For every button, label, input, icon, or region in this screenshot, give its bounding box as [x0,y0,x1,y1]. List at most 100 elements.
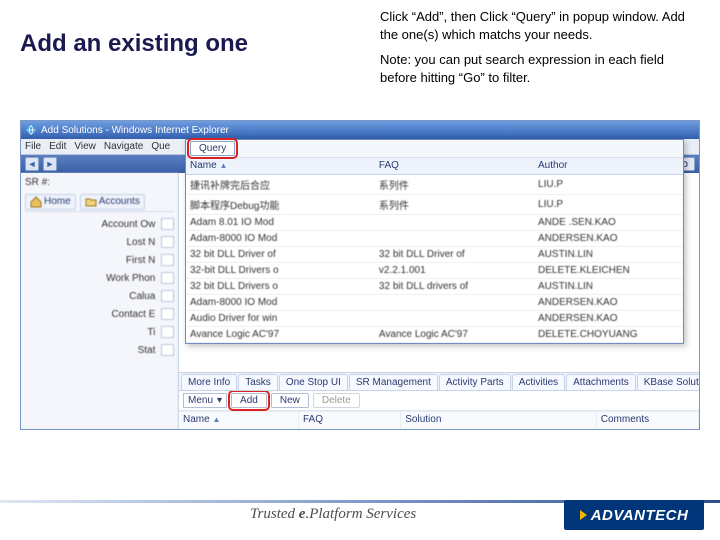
field-input[interactable] [161,290,174,302]
tab-activity-parts[interactable]: Activity Parts [439,374,511,390]
window-titlebar: Add Solutions - Windows Internet Explore… [21,121,699,139]
instruction-line-2: Note: you can put search expression in e… [380,51,700,86]
table-cell: Audio Driver for win [186,310,375,326]
table-cell: Adam-8000 IO Mod [186,230,375,246]
table-cell [375,214,534,230]
table-row[interactable]: Avance Logic AC'97Avance Logic AC'97DELE… [186,326,683,342]
table-cell [375,310,534,326]
new-button[interactable]: New [271,393,309,408]
tab-activities[interactable]: Activities [512,374,565,390]
accounts-label: Accounts [99,196,140,207]
table-row[interactable]: 32-bit DLL Drivers ov2.2.1.001DELETE.KLE… [186,262,683,278]
field-input[interactable] [161,272,174,284]
slide-footer: Trusted e.Platform Services ADVANTECH [0,490,720,540]
table-cell: Adam 8.01 IO Mod [186,214,375,230]
menu-dropdown[interactable]: Menu ▾ [183,393,227,408]
query-button[interactable]: Query [190,141,235,156]
window-title-text: Add Solutions - Windows Internet Explore… [41,125,229,136]
tab-kbase-solution-detail[interactable]: KBase Solution Detail [637,374,699,390]
bottom-col-comments[interactable]: Comments [597,412,699,429]
field-input[interactable] [161,326,174,338]
table-row[interactable]: Adam 8.01 IO Mod ANDE .SEN.KAO [186,214,683,230]
table-cell: LIU.P [534,174,683,194]
table-cell: LIU.P [534,194,683,214]
left-panel: SR #: Home Accounts Account Ow Lost N Fi… [21,173,179,429]
table-cell: Avance Logic AC'97 [375,326,534,342]
home-label: Home [44,196,71,207]
sort-asc-icon: ▲ [219,161,227,170]
table-row[interactable]: 捷讯补牌完后合应系列件LIU.P [186,174,683,194]
instruction-line-1: Click “Add”, then Click “Query” in popup… [380,8,700,43]
results-table: Name ▲ FAQ Author 捷讯补牌完后合应系列件LIU.P脚本程序De… [186,158,683,343]
solutions-column-row: Name ▲ FAQ Solution Comments [179,411,699,429]
table-cell: DELETE.CHOYUANG [534,326,683,342]
tab-one-stop-ui[interactable]: One Stop UI [279,374,348,390]
advantech-logo: ADVANTECH [564,500,704,530]
field-label: Work Phon [25,273,157,284]
logo-triangle-icon [580,510,587,520]
tab-more-info[interactable]: More Info [181,374,237,390]
menu-edit[interactable]: Edit [49,141,66,152]
add-button[interactable]: Add [231,393,267,408]
footer-tagline: Trusted e.Platform Services [250,506,416,523]
bottom-col-name[interactable]: Name ▲ [179,412,299,429]
table-cell: 32 bit DLL Drivers o [186,278,375,294]
col-name-header[interactable]: Name ▲ [186,158,375,174]
menu-view[interactable]: View [74,141,96,152]
table-cell: AUSTIN.LIN [534,246,683,262]
table-cell: ANDERSEN.KAO [534,310,683,326]
menu-file[interactable]: File [25,141,41,152]
add-solutions-popup: Query Name ▲ FAQ Author 捷讯补牌完后合应系列件LIU.P… [185,139,684,344]
field-input[interactable] [161,218,174,230]
table-cell: 系列件 [375,194,534,214]
menu-navigate[interactable]: Navigate [104,141,143,152]
applet-bottom: More InfoTasksOne Stop UISR ManagementAc… [179,372,699,429]
col-author-header[interactable]: Author [534,158,683,174]
field-label: Contact E [25,309,157,320]
table-row[interactable]: Adam-8000 IO Mod ANDERSEN.KAO [186,294,683,310]
field-label: Account Ow [25,219,157,230]
home-button[interactable]: Home [25,194,76,210]
tab-sr-management[interactable]: SR Management [349,374,438,390]
table-cell: ANDE .SEN.KAO [534,214,683,230]
table-row[interactable]: 32 bit DLL Drivers o32 bit DLL drivers o… [186,278,683,294]
bottom-col-faq[interactable]: FAQ [299,412,401,429]
col-faq-header[interactable]: FAQ [375,158,534,174]
sort-asc-icon: ▲ [212,415,220,424]
table-cell: 系列件 [375,174,534,194]
slide-title: Add an existing one [20,30,248,58]
table-cell: ANDERSEN.KAO [534,294,683,310]
ie-icon [25,124,37,136]
popup-toolbar: Query [186,140,683,158]
table-cell: Adam-8000 IO Mod [186,294,375,310]
screenshot-window: Add Solutions - Windows Internet Explore… [20,120,700,430]
table-cell [375,294,534,310]
table-row[interactable]: Audio Driver for win ANDERSEN.KAO [186,310,683,326]
bottom-col-solution[interactable]: Solution [401,412,597,429]
solutions-toolbar: Menu ▾ Add New Delete [179,391,699,411]
delete-button[interactable]: Delete [313,393,360,408]
chevron-down-icon: ▾ [217,395,222,406]
table-cell: v2.2.1.001 [375,262,534,278]
tab-attachments[interactable]: Attachments [566,374,636,390]
table-row[interactable]: 脚本程序Debug功能系列件LIU.P [186,194,683,214]
tab-tasks[interactable]: Tasks [238,374,278,390]
field-input[interactable] [161,344,174,356]
history-back-button[interactable]: ◄ [25,157,39,171]
table-cell: 捷讯补牌完后合应 [186,174,375,194]
field-input[interactable] [161,236,174,248]
tab-strip: More InfoTasksOne Stop UISR ManagementAc… [179,373,699,391]
accounts-button[interactable]: Accounts [80,194,145,210]
logo-text: ADVANTECH [591,507,689,524]
main-content: Query Name ▲ FAQ Author 捷讯补牌完后合应系列件LIU.P… [179,173,699,429]
table-row[interactable]: 32 bit DLL Driver of32 bit DLL Driver of… [186,246,683,262]
field-input[interactable] [161,308,174,320]
left-toolbar: Home Accounts [25,192,174,212]
instruction-note: Click “Add”, then Click “Query” in popup… [380,8,700,94]
history-fwd-button[interactable]: ► [43,157,57,171]
table-cell: 32 bit DLL Driver of [186,246,375,262]
menu-query[interactable]: Que [151,141,170,152]
table-row[interactable]: Adam-8000 IO ModANDERSEN.KAO [186,230,683,246]
field-label: Ti [25,327,157,338]
field-input[interactable] [161,254,174,266]
